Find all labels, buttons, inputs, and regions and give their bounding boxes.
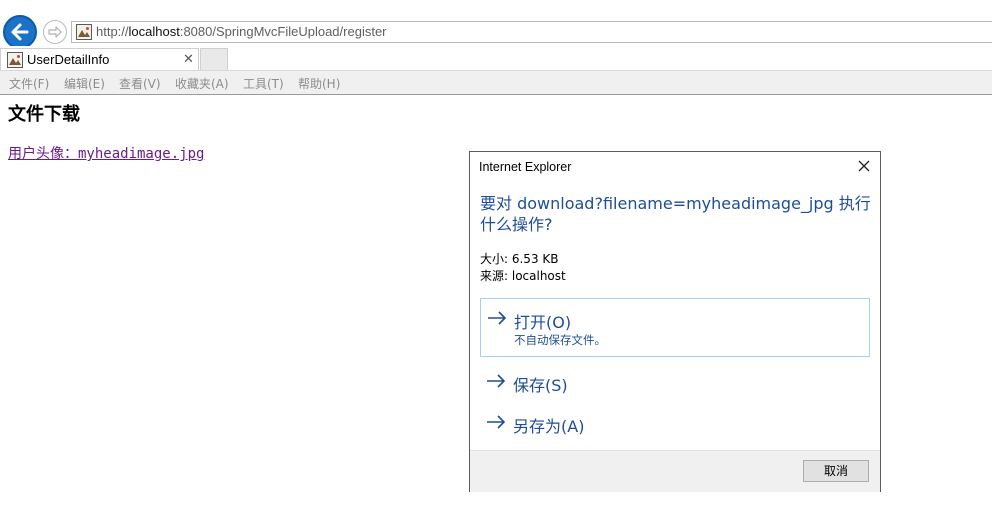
menu-view[interactable]: 查看(V) [119,75,161,92]
save-option[interactable]: 保存(S) [480,362,870,398]
url-text: http://localhost:8080/SpringMvcFileUploa… [96,24,387,39]
open-option[interactable]: 打开(O) 不自动保存文件。 [480,298,870,357]
back-arrow-icon [11,23,29,41]
menu-file[interactable]: 文件(F) [9,75,49,92]
menu-help[interactable]: 帮助(H) [298,75,340,92]
new-tab-button[interactable] [200,48,228,70]
file-size: 大小: 6.53 KB [480,252,559,266]
tab-bar: UserDetailInfo ✕ [0,46,992,71]
menu-edit[interactable]: 编辑(E) [64,75,105,92]
address-bar-area: http://localhost:8080/SpringMvcFileUploa… [0,0,992,49]
arrow-right-icon [487,415,506,429]
close-icon[interactable] [856,158,872,174]
page-title: 文件下载 [8,104,80,125]
forward-button[interactable] [43,20,67,44]
dialog-title: Internet Explorer [479,160,572,174]
url-host: localhost [128,24,180,39]
url-field[interactable]: http://localhost:8080/SpringMvcFileUploa… [71,21,992,43]
cancel-button[interactable]: 取消 [803,460,869,482]
save-as-option-label: 另存为(A) [513,417,585,436]
page-favicon-icon [76,24,92,40]
dialog-footer: 取消 [470,450,880,492]
menu-favorites[interactable]: 收藏夹(A) [175,75,229,92]
download-dialog: Internet Explorer 要对 download?filename=m… [469,151,881,492]
save-as-option[interactable]: 另存为(A) [480,403,870,439]
save-option-label: 保存(S) [513,376,568,395]
menu-bar: 文件(F) 编辑(E) 查看(V) 收藏夹(A) 工具(T) 帮助(H) [0,71,992,95]
tab-userdetailinfo[interactable]: UserDetailInfo ✕ [0,48,199,70]
page-favicon-icon [7,52,23,68]
menu-tools[interactable]: 工具(T) [243,75,284,92]
tab-title: UserDetailInfo [27,52,110,67]
arrow-right-icon [488,311,507,325]
forward-arrow-icon [48,26,62,38]
download-link[interactable]: 用户头像：myheadimage.jpg [8,143,204,163]
back-button[interactable] [3,15,37,49]
dialog-question: 要对 download?filename=myheadimage_jpg 执行什… [480,194,871,234]
open-option-description: 不自动保存文件。 [514,333,606,347]
arrow-right-icon [487,374,506,388]
close-icon[interactable]: ✕ [183,51,194,67]
file-source: 来源: localhost [480,269,566,283]
open-option-label: 打开(O) [514,313,572,332]
